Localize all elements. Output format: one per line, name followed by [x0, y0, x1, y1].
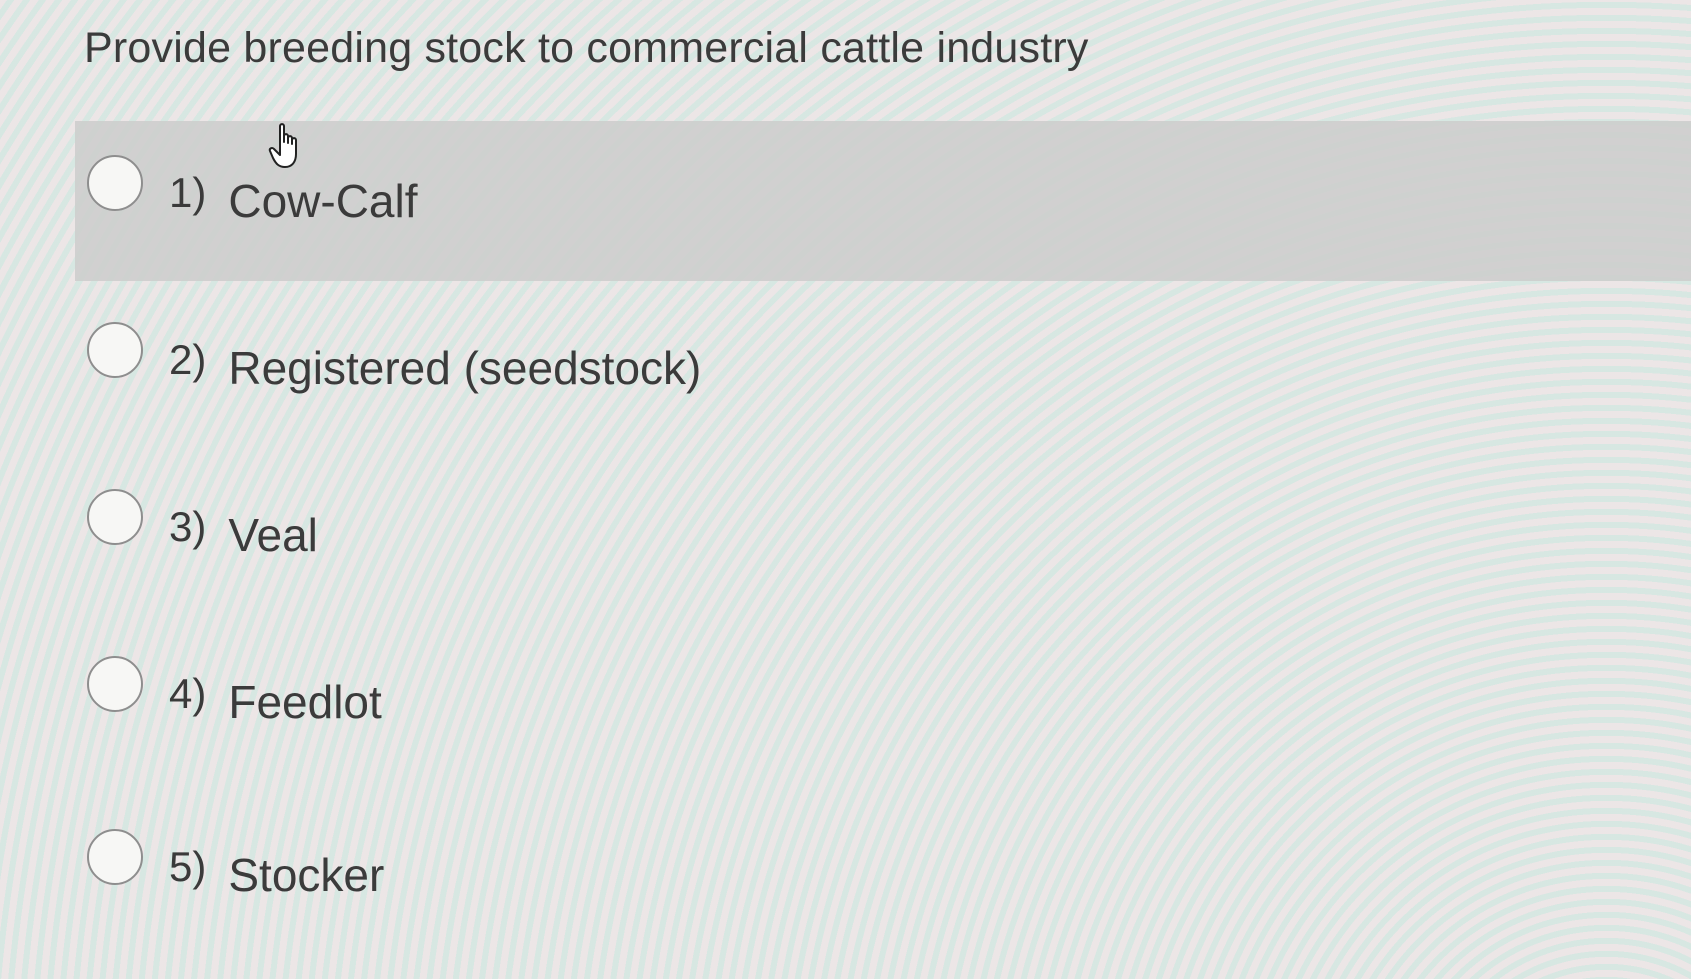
radio-button-4[interactable] — [87, 656, 143, 712]
radio-button-2[interactable] — [87, 322, 143, 378]
option-label: Veal — [228, 509, 318, 561]
option-label: Feedlot — [228, 676, 382, 728]
hand-pointer-icon — [268, 123, 297, 168]
quiz-screen: Provide breeding stock to commercial cat… — [0, 0, 1691, 979]
option-number: 1) — [169, 169, 207, 216]
option-number: 2) — [169, 336, 207, 383]
option-feedlot[interactable]: 4) Feedlot — [75, 622, 1691, 782]
radio-button-1[interactable] — [87, 155, 143, 211]
option-stocker[interactable]: 5) Stocker — [75, 795, 1691, 955]
option-label: Stocker — [228, 849, 385, 901]
option-number: 5) — [169, 843, 207, 890]
option-label: Cow-Calf — [228, 175, 418, 227]
option-cow-calf[interactable]: 1) Cow-Calf — [75, 121, 1691, 281]
option-veal[interactable]: 3) Veal — [75, 455, 1691, 615]
option-number: 4) — [169, 670, 207, 717]
radio-button-3[interactable] — [87, 489, 143, 545]
question-text: Provide breeding stock to commercial cat… — [84, 24, 1089, 72]
option-label: Registered (seedstock) — [228, 342, 702, 394]
option-number: 3) — [169, 503, 207, 550]
option-registered[interactable]: 2) Registered (seedstock) — [75, 288, 1691, 448]
radio-button-5[interactable] — [87, 829, 143, 885]
